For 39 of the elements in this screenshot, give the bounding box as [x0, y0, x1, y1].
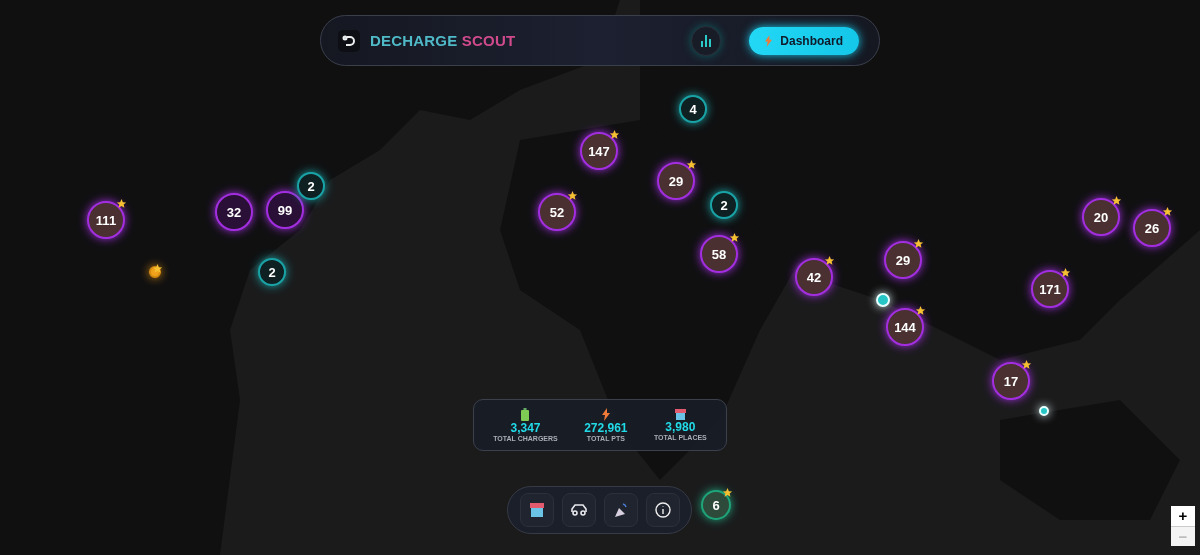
- dashboard-button[interactable]: Dashboard: [749, 26, 859, 55]
- star-icon: [722, 487, 733, 498]
- satellite-button[interactable]: [603, 493, 638, 527]
- star-icon: [915, 305, 926, 316]
- star-icon: [567, 190, 578, 201]
- stat-value: 3,347: [510, 422, 541, 434]
- star-icon: [1162, 206, 1173, 217]
- star-icon: [1060, 267, 1071, 278]
- store-button[interactable]: [519, 493, 554, 527]
- battery-icon: [521, 408, 530, 421]
- info-icon: [654, 502, 671, 518]
- star-icon: [116, 198, 127, 209]
- car-button[interactable]: [561, 493, 596, 527]
- star-icon: [1111, 195, 1122, 206]
- star-icon: [1021, 359, 1032, 370]
- brand-name: DECHARGE SCOUT: [370, 32, 516, 49]
- star-icon: [913, 238, 924, 249]
- lightning-icon: [601, 408, 610, 421]
- info-button[interactable]: [645, 493, 680, 527]
- stat-value: 3,980: [665, 421, 696, 433]
- lightning-icon: [765, 34, 773, 47]
- star-icon: [152, 263, 163, 274]
- star-icon: [609, 129, 620, 140]
- bar-chart-icon: [701, 34, 712, 47]
- star-icon: [729, 232, 740, 243]
- star-icon: [686, 159, 697, 170]
- cluster-marker[interactable]: 42: [795, 258, 833, 296]
- store-icon: [674, 409, 686, 420]
- stat-value: 272,961: [584, 422, 628, 434]
- star-icon: [824, 255, 835, 266]
- logo-icon: [338, 29, 360, 52]
- cluster-marker[interactable]: 6: [701, 490, 731, 520]
- store-icon: [529, 503, 544, 517]
- cluster-marker[interactable]: 17: [992, 362, 1030, 400]
- car-icon: [569, 504, 588, 516]
- cluster-marker[interactable]: 2: [258, 258, 286, 286]
- zoom-in-button[interactable]: +: [1171, 506, 1195, 527]
- chart-button[interactable]: [691, 25, 722, 56]
- cluster-marker[interactable]: 144: [886, 308, 924, 346]
